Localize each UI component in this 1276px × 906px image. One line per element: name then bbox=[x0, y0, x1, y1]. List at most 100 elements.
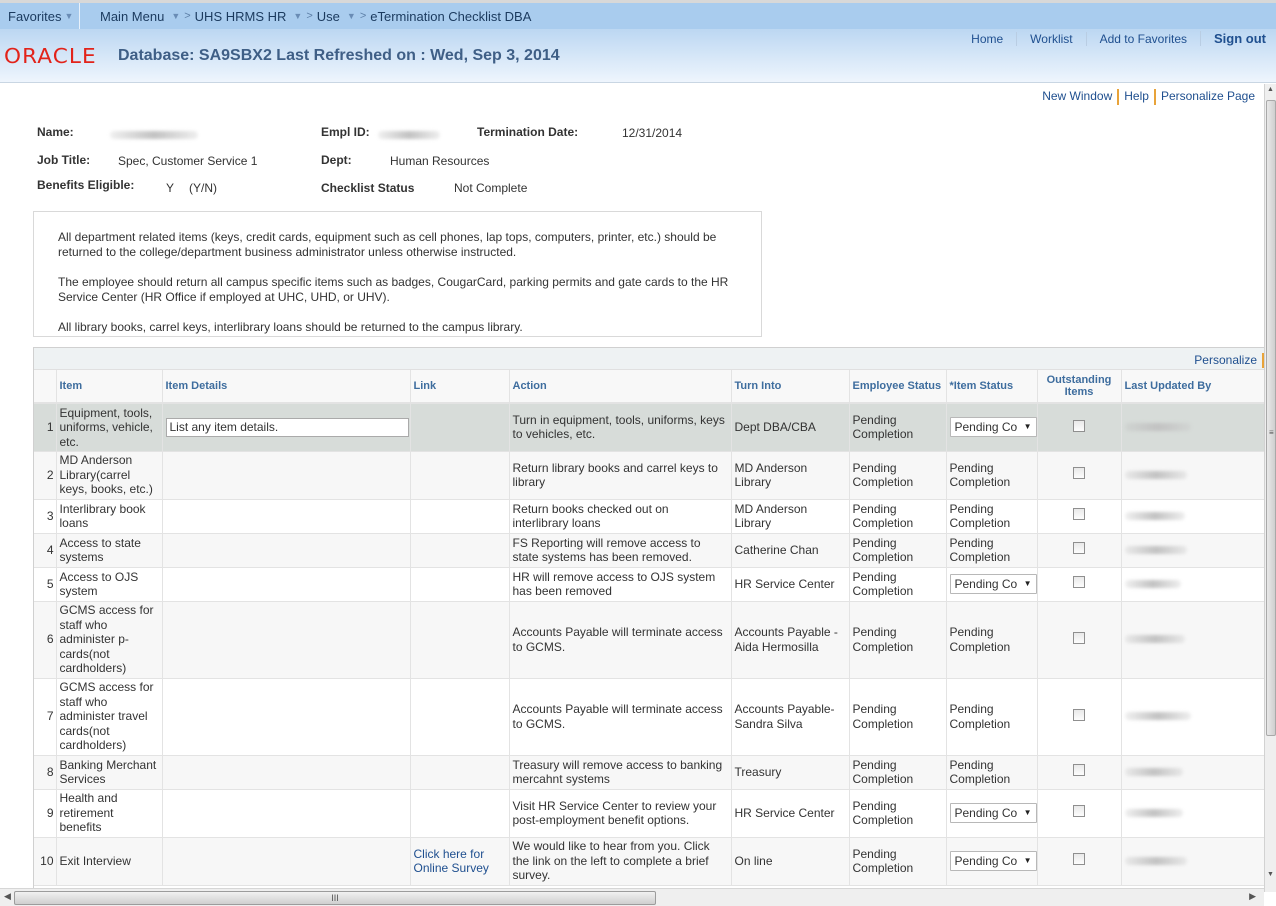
database-title: Database: SA9SBX2 Last Refreshed on : We… bbox=[118, 47, 560, 64]
outstanding-items-checkbox[interactable] bbox=[1073, 467, 1085, 480]
outstanding-items-checkbox[interactable] bbox=[1073, 576, 1085, 589]
add-to-favorites-link[interactable]: Add to Favorites bbox=[1085, 31, 1200, 46]
chevron-down-icon[interactable]: ▼ bbox=[171, 11, 180, 21]
table-row[interactable]: 6 GCMS access for staff who administer p-… bbox=[34, 601, 1264, 679]
personalize-page-link[interactable]: Personalize Page bbox=[1161, 89, 1255, 105]
horizontal-scrollbar[interactable]: ◀ III ▶ bbox=[0, 888, 1264, 906]
table-row[interactable]: 3 Interlibrary book loans Return books che… bbox=[34, 499, 1264, 534]
favorites-label: Favorites bbox=[8, 8, 62, 24]
table-row[interactable]: 9 Health and retirement benefits Visit HR … bbox=[34, 789, 1264, 838]
outstanding-items-checkbox[interactable] bbox=[1073, 708, 1085, 721]
item-status-select[interactable]: Pending Co ▼ bbox=[949, 574, 1037, 594]
breadcrumb-uhs-hrms-hr[interactable]: UHS HRMS HR bbox=[195, 9, 287, 24]
outstanding-items-checkbox[interactable] bbox=[1073, 508, 1085, 521]
name-label: Name: bbox=[37, 125, 74, 139]
table-row[interactable]: 5 Access to OJS system HR will remove acce… bbox=[34, 567, 1264, 602]
last-updated-by-cell bbox=[1121, 403, 1264, 452]
outstanding-items-cell bbox=[1037, 499, 1122, 534]
outstanding-items-checkbox[interactable] bbox=[1073, 853, 1085, 866]
item-status-select[interactable]: Pending Co ▼ bbox=[949, 851, 1037, 871]
col-header-link[interactable]: Link bbox=[410, 370, 510, 404]
chevron-down-icon[interactable]: ▼ bbox=[293, 11, 302, 21]
vertical-scroll-thumb[interactable]: ≡ bbox=[1266, 100, 1276, 736]
item-status-cell: Pending Completion bbox=[946, 755, 1038, 790]
link-cell bbox=[410, 499, 510, 534]
col-header-turn-into[interactable]: Turn Into bbox=[731, 370, 850, 404]
col-header-item[interactable]: Item bbox=[56, 370, 163, 404]
online-survey-link[interactable]: Click here for Online Survey bbox=[414, 847, 489, 876]
item-cell: Exit Interview bbox=[56, 837, 163, 886]
item-status-value: Pending Co bbox=[954, 853, 1018, 868]
breadcrumb-separator: > bbox=[359, 10, 367, 22]
action-cell: We would like to hear from you. Click th… bbox=[509, 837, 732, 886]
col-header-item-details[interactable]: Item Details bbox=[162, 370, 411, 404]
row-number: 1 bbox=[34, 403, 57, 452]
table-row[interactable]: 10 Exit Interview Click here for Online Su… bbox=[34, 837, 1264, 886]
col-header-outstanding-items[interactable]: Outstanding Items bbox=[1037, 370, 1122, 404]
table-row[interactable]: 4 Access to state systems FS Reporting wil… bbox=[34, 533, 1264, 568]
item-details-cell bbox=[162, 499, 411, 534]
table-row[interactable]: 2 MD Anderson Library(carrel keys, books,… bbox=[34, 451, 1264, 500]
scroll-up-icon[interactable]: ▲ bbox=[1267, 86, 1274, 93]
outstanding-items-cell bbox=[1037, 837, 1122, 886]
redacted-user bbox=[1124, 470, 1187, 479]
favorites-menu[interactable]: Favorites ▼ bbox=[0, 3, 80, 29]
link-divider bbox=[1153, 89, 1156, 105]
item-status-select[interactable]: Pending Co ▼ bbox=[949, 803, 1037, 823]
outstanding-items-cell bbox=[1037, 403, 1122, 452]
job-title-value: Spec, Customer Service 1 bbox=[118, 154, 258, 168]
link-cell bbox=[410, 789, 510, 838]
outstanding-items-checkbox[interactable] bbox=[1073, 542, 1085, 555]
help-link[interactable]: Help bbox=[1124, 89, 1149, 105]
grid-personalize-link[interactable]: Personalize bbox=[1194, 353, 1257, 367]
link-cell bbox=[410, 567, 510, 602]
outstanding-items-checkbox[interactable] bbox=[1073, 631, 1085, 644]
grip-icon: ≡ bbox=[1269, 428, 1274, 437]
turn-into-cell: Accounts Payable -Aida Hermosilla bbox=[731, 601, 850, 679]
employee-status-cell: Pending Completion bbox=[849, 499, 947, 534]
item-details-cell bbox=[162, 755, 411, 790]
instruction-library-items: All library books, carrel keys, interlib… bbox=[58, 320, 523, 334]
checklist-table: Item Item Details Link Action Turn Into … bbox=[34, 370, 1264, 886]
item-details-input[interactable] bbox=[165, 417, 409, 437]
table-row[interactable]: 7 GCMS access for staff who administer tr… bbox=[34, 678, 1264, 756]
table-row[interactable]: 1 Equipment, tools, uniforms, vehicle, et… bbox=[34, 403, 1264, 452]
item-status-cell: Pending Completion bbox=[946, 678, 1038, 756]
outstanding-items-checkbox[interactable] bbox=[1073, 805, 1085, 818]
outstanding-items-checkbox[interactable] bbox=[1073, 764, 1085, 777]
chevron-down-icon[interactable]: ▼ bbox=[347, 11, 356, 21]
worklist-link[interactable]: Worklist bbox=[1016, 31, 1085, 46]
redacted-user bbox=[1124, 545, 1187, 554]
redacted-user bbox=[1124, 808, 1183, 817]
turn-into-cell: HR Service Center bbox=[731, 789, 850, 838]
sign-out-link[interactable]: Sign out bbox=[1200, 31, 1266, 46]
link-divider bbox=[1117, 89, 1120, 105]
instruction-department-items: All department related items (keys, cred… bbox=[58, 230, 717, 259]
new-window-link[interactable]: New Window bbox=[1042, 89, 1112, 105]
col-header-action[interactable]: Action bbox=[509, 370, 732, 404]
col-header-last-updated-by[interactable]: Last Updated By bbox=[1121, 370, 1264, 404]
scroll-down-icon[interactable]: ▼ bbox=[1267, 871, 1274, 878]
home-link[interactable]: Home bbox=[958, 32, 1016, 46]
breadcrumb-separator: > bbox=[184, 10, 191, 22]
horizontal-scroll-thumb[interactable]: III bbox=[14, 891, 656, 905]
scroll-left-icon[interactable]: ◀ bbox=[4, 891, 11, 902]
row-number: 10 bbox=[34, 837, 57, 886]
redacted-user bbox=[1124, 767, 1183, 776]
breadcrumb-use[interactable]: Use bbox=[317, 9, 340, 24]
turn-into-cell: On line bbox=[731, 837, 850, 886]
breadcrumb-main-menu[interactable]: Main Menu bbox=[100, 9, 164, 24]
vertical-scrollbar[interactable]: ▲ ≡ ▼ bbox=[1264, 84, 1276, 892]
outstanding-items-cell bbox=[1037, 678, 1122, 756]
col-header-item-status[interactable]: *Item Status bbox=[946, 370, 1038, 404]
col-header-employee-status[interactable]: Employee Status bbox=[849, 370, 947, 404]
table-row[interactable]: 8 Banking Merchant Services Treasury will … bbox=[34, 755, 1264, 790]
item-cell: GCMS access for staff who administer tra… bbox=[56, 678, 163, 756]
last-updated-by-cell bbox=[1121, 678, 1264, 756]
item-status-select[interactable]: Pending Co ▼ bbox=[949, 417, 1037, 438]
item-status-cell: Pending Completion bbox=[946, 601, 1038, 679]
outstanding-items-checkbox[interactable] bbox=[1073, 419, 1085, 432]
outstanding-items-cell bbox=[1037, 755, 1122, 790]
scroll-right-icon[interactable]: ▶ bbox=[1249, 891, 1256, 902]
link-cell bbox=[410, 678, 510, 756]
